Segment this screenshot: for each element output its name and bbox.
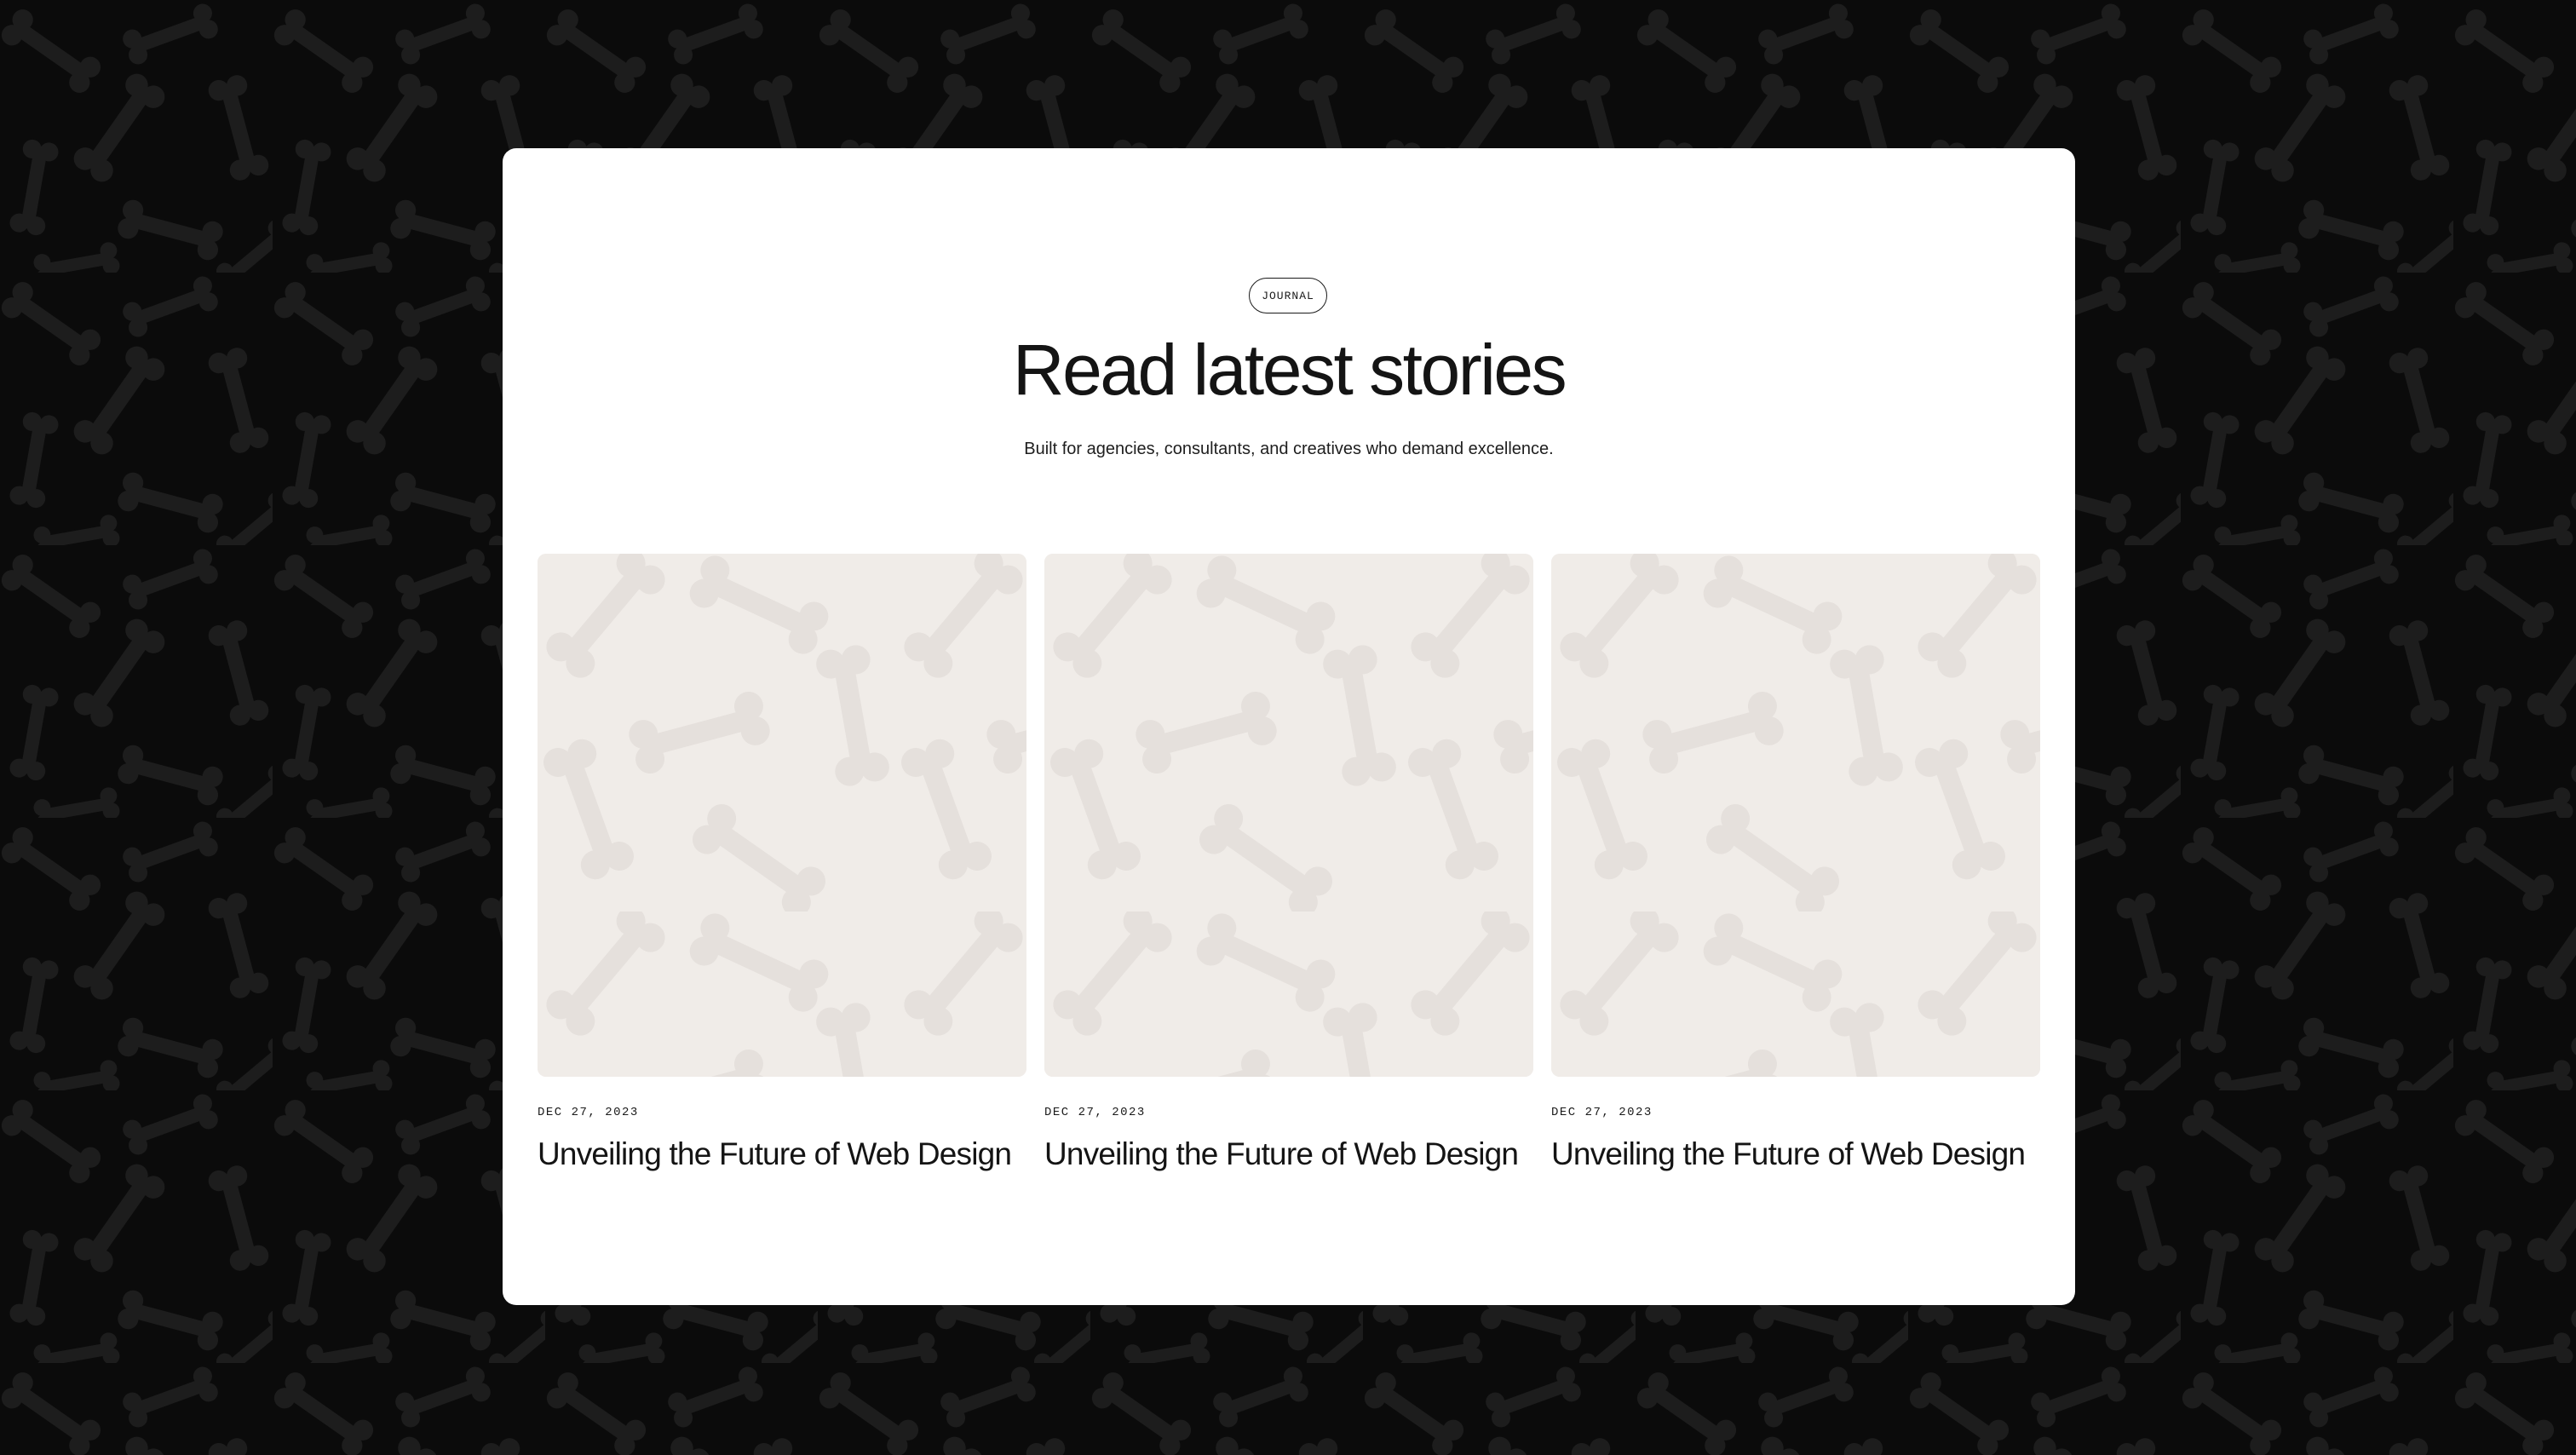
post-title[interactable]: Unveiling the Future of Web Design [538,1136,1012,1172]
post-card[interactable]: DEC 27, 2023 Unveiling the Future of Web… [1551,554,2040,1201]
bone-pattern-image [1044,554,1533,1077]
post-date: DEC 27, 2023 [1551,1106,1653,1119]
post-date: DEC 27, 2023 [538,1106,639,1119]
post-thumbnail[interactable] [1044,554,1533,1077]
posts-grid: DEC 27, 2023 Unveiling the Future of Web… [538,554,2040,1201]
post-card[interactable]: DEC 27, 2023 Unveiling the Future of Web… [1044,554,1533,1201]
bone-pattern-image [538,554,1026,1077]
post-title[interactable]: Unveiling the Future of Web Design [1044,1136,1519,1172]
section-heading: Read latest stories [1012,330,1567,410]
post-title[interactable]: Unveiling the Future of Web Design [1551,1136,2026,1172]
bone-pattern-image [1551,554,2040,1077]
post-thumbnail[interactable] [1551,554,2040,1077]
post-date: DEC 27, 2023 [1044,1106,1146,1119]
post-card[interactable]: DEC 27, 2023 Unveiling the Future of Web… [538,554,1026,1201]
journal-card: JOURNAL Read latest stories Built for ag… [503,148,2075,1305]
post-thumbnail[interactable] [538,554,1026,1077]
section-subtitle: Built for agencies, consultants, and cre… [1024,440,1554,458]
journal-badge: JOURNAL [1249,278,1327,313]
